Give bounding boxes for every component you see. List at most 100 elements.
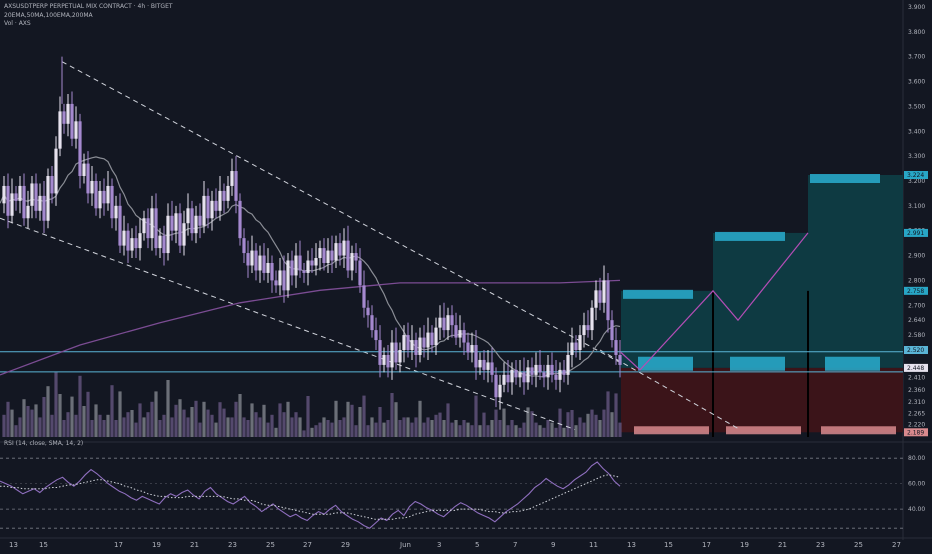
candle-body <box>42 195 46 221</box>
volume-bar <box>418 400 422 437</box>
candle-body <box>178 213 182 246</box>
candle-body <box>334 243 338 261</box>
candle-body <box>398 350 402 363</box>
candle-body <box>130 238 134 251</box>
price-tick-label: 3.800 <box>908 29 925 36</box>
time-tick-label: 21 <box>778 541 787 549</box>
volume-bar <box>62 420 66 437</box>
price-tick-label: 3.300 <box>908 153 925 160</box>
candle-body <box>182 223 186 246</box>
volume-bar <box>502 408 506 437</box>
candle-body <box>30 183 34 206</box>
volume-bar <box>346 401 350 437</box>
volume-bar <box>278 403 282 437</box>
candle-body <box>446 315 450 331</box>
candle-body <box>546 364 550 378</box>
volume-bar <box>226 417 230 437</box>
volume-bar <box>246 420 250 437</box>
candle-body <box>314 258 318 266</box>
candle-body <box>338 243 342 256</box>
volume-bar <box>18 417 22 437</box>
candle-body <box>122 230 126 246</box>
time-tick-label: 17 <box>702 541 711 549</box>
volume-bar <box>586 413 590 437</box>
volume-bar <box>458 425 462 437</box>
candle-body <box>466 342 470 353</box>
candle-body <box>214 200 218 211</box>
candle-body <box>54 148 58 194</box>
time-tick-label: 25 <box>266 541 275 549</box>
volume-bar <box>506 425 510 437</box>
volume-bar <box>598 420 602 437</box>
volume-bar <box>190 407 194 437</box>
price-tag-label: 2.520 <box>907 347 924 354</box>
volume-bar <box>590 409 594 437</box>
time-tick-label: 9 <box>551 541 555 549</box>
volume-bar <box>162 414 166 437</box>
volume-bar <box>254 412 258 437</box>
volume-bar <box>550 422 554 437</box>
candle-body <box>90 180 94 194</box>
candle-body <box>94 180 98 209</box>
volume-bar <box>266 422 270 437</box>
volume-bar <box>534 422 538 437</box>
candle-body <box>138 233 142 249</box>
candle-body <box>14 193 18 201</box>
chart-stage[interactable]: 3.900 3.800 3.700 3.600 3.500 3.400 3.300 3.200… <box>0 0 932 550</box>
volume-bar <box>446 403 450 437</box>
indicator-legend: 20EMA,50MA,100EMA,200MA <box>4 12 93 19</box>
candle-body <box>470 345 474 353</box>
price-chart[interactable]: 3.900 3.800 3.700 3.600 3.500 3.400 3.300 3.200… <box>0 0 932 550</box>
candle-body <box>154 208 158 249</box>
candle-body <box>294 255 298 276</box>
volume-bar <box>74 414 78 437</box>
price-tick-label: 2.220 <box>908 422 925 429</box>
volume-bar <box>314 425 318 437</box>
candle-body <box>530 367 534 375</box>
candle-body <box>70 103 74 139</box>
price-tick-label: 2.900 <box>908 253 925 260</box>
candle-body <box>510 369 514 383</box>
candle-body <box>282 270 286 291</box>
candle-body <box>486 362 490 370</box>
candle-body <box>258 255 262 271</box>
entry-label-box-2 <box>730 356 785 371</box>
candle-body <box>34 183 38 211</box>
candle-body <box>502 374 506 385</box>
volume-bar <box>258 417 262 437</box>
volume-bar <box>26 406 30 437</box>
candle-body <box>498 384 502 398</box>
volume-bar <box>318 422 322 437</box>
target-zone-3 <box>808 175 903 368</box>
volume-bar <box>46 386 50 437</box>
candle-body <box>10 193 14 216</box>
volume-bar <box>378 407 382 437</box>
volume-bar <box>462 420 466 437</box>
volume-bar <box>238 394 242 437</box>
volume-bar <box>574 425 578 437</box>
candle-body <box>522 372 526 383</box>
candle-body <box>266 263 270 273</box>
price-tick-label: 3.500 <box>908 103 925 110</box>
candle-body <box>358 260 362 286</box>
target-zone-2 <box>713 232 808 368</box>
candle-body <box>190 208 194 234</box>
candle-body <box>18 185 22 201</box>
time-tick-label: Jun <box>399 541 411 549</box>
volume-bar <box>286 401 290 437</box>
candle-body <box>594 290 598 308</box>
volume-bar <box>126 412 130 437</box>
candle-body <box>118 205 122 246</box>
volume-bar <box>206 409 210 437</box>
volume-bar <box>6 401 10 437</box>
time-tick-label: 27 <box>303 541 312 549</box>
candle-body <box>202 195 206 226</box>
volume-bar <box>454 420 458 437</box>
volume-bar <box>166 380 170 437</box>
candle-body <box>610 320 614 341</box>
price-tag-label: 2.448 <box>907 365 924 372</box>
candle-body <box>590 307 594 331</box>
volume-bar <box>562 427 566 437</box>
volume-bar <box>102 420 106 437</box>
volume-bar <box>354 425 358 437</box>
